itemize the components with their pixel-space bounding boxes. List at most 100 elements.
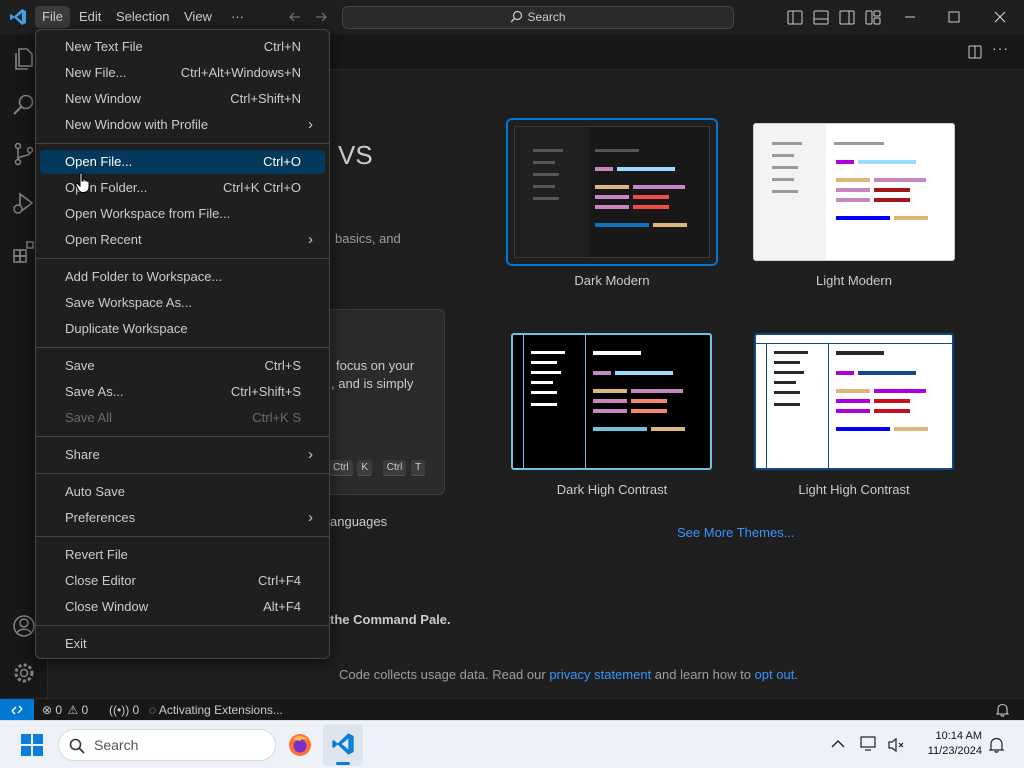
menu-item-label: Save Workspace As... xyxy=(65,295,192,310)
menu-edit[interactable]: Edit xyxy=(72,6,108,28)
source-control-icon[interactable] xyxy=(11,141,37,167)
menu-separator xyxy=(36,625,329,626)
search-view-icon[interactable] xyxy=(11,92,37,118)
volume-muted-icon[interactable] xyxy=(887,737,905,753)
clock-time: 10:14 AM xyxy=(935,730,982,742)
firefox-icon[interactable] xyxy=(288,733,312,757)
theme-label-light-modern: Light Modern xyxy=(816,273,892,288)
theme-label-dark-high-contrast: Dark High Contrast xyxy=(556,482,668,497)
menu-item-revert-file[interactable]: Revert File xyxy=(40,543,325,567)
menu-separator xyxy=(36,436,329,437)
minimize-button[interactable] xyxy=(888,4,932,30)
vscode-logo-icon xyxy=(10,9,26,25)
menu-item-exit[interactable]: Exit xyxy=(40,632,325,656)
split-editor-icon[interactable] xyxy=(968,45,982,59)
active-app-indicator xyxy=(336,762,350,765)
explorer-icon[interactable] xyxy=(11,46,37,72)
menu-item-label: New Window xyxy=(65,91,141,106)
back-arrow-icon[interactable] xyxy=(288,10,302,24)
menu-item-share[interactable]: Share › xyxy=(40,443,325,467)
menu-item-save-workspace-as[interactable]: Save Workspace As... xyxy=(40,291,325,315)
run-debug-icon[interactable] xyxy=(11,190,37,216)
close-button[interactable] xyxy=(978,4,1022,30)
menu-file[interactable]: File xyxy=(35,6,70,28)
chevron-right-icon: › xyxy=(308,116,313,133)
menu-item-close-window[interactable]: Close Window Alt+F4 xyxy=(40,595,325,619)
menu-item-close-editor[interactable]: Close Editor Ctrl+F4 xyxy=(40,569,325,593)
menu-item-open-workspace-from-file[interactable]: Open Workspace from File... xyxy=(40,202,325,226)
theme-card-dark-high-contrast[interactable] xyxy=(511,333,712,470)
theme-card-dark-modern[interactable] xyxy=(506,118,718,266)
manage-gear-icon[interactable] xyxy=(11,660,37,686)
forward-arrow-icon[interactable] xyxy=(314,10,328,24)
file-menu-dropdown: New Text File Ctrl+N New File... Ctrl+Alt+… xyxy=(35,29,330,659)
chevron-up-icon[interactable] xyxy=(831,739,845,749)
network-icon[interactable] xyxy=(860,736,878,752)
menu-item-open-recent[interactable]: Open Recent › xyxy=(40,228,325,252)
menu-item-duplicate-workspace[interactable]: Duplicate Workspace xyxy=(40,317,325,341)
menu-item-new-text-file[interactable]: New Text File Ctrl+N xyxy=(40,35,325,59)
chevron-right-icon: › xyxy=(308,231,313,248)
menu-item-save-all: Save All Ctrl+K S xyxy=(40,406,325,430)
notifications-bell-icon[interactable] xyxy=(996,703,1009,717)
maximize-button[interactable] xyxy=(932,4,976,30)
keybinding-k: K xyxy=(357,460,373,476)
menu-selection[interactable]: Selection xyxy=(109,6,176,28)
taskbar-search-box[interactable]: Search xyxy=(58,729,276,761)
menu-item-save[interactable]: Save Ctrl+S xyxy=(40,354,325,378)
hand-cursor-icon xyxy=(75,172,90,193)
menu-item-shortcut: Ctrl+O xyxy=(263,154,301,169)
menu-item-label: Auto Save xyxy=(65,484,125,499)
system-clock[interactable]: 10:14 AM 11/23/2024 xyxy=(918,729,982,759)
command-center-search[interactable]: Search xyxy=(342,6,734,29)
menu-item-label: Exit xyxy=(65,636,87,651)
notification-bell-icon[interactable] xyxy=(989,737,1004,753)
menu-item-new-window-with-profile[interactable]: New Window with Profile › xyxy=(40,113,325,137)
search-icon xyxy=(511,10,523,23)
menu-item-label: Revert File xyxy=(65,547,128,562)
opt-out-link[interactable]: opt out xyxy=(755,667,795,682)
menu-item-new-window[interactable]: New Window Ctrl+Shift+N xyxy=(40,87,325,111)
toggle-panel-icon[interactable] xyxy=(813,10,829,25)
menu-item-open-file[interactable]: Open File... Ctrl+O xyxy=(40,150,325,174)
keybinding-ctrl-1: Ctrl xyxy=(329,460,353,476)
menu-item-label: Close Window xyxy=(65,599,149,614)
maximize-icon xyxy=(948,11,960,23)
footer-prefix: Code collects usage data. Read our xyxy=(339,667,550,682)
customize-layout-icon[interactable] xyxy=(865,10,881,25)
menu-item-add-folder-to-workspace[interactable]: Add Folder to Workspace... xyxy=(40,265,325,289)
more-actions-icon[interactable]: ··· xyxy=(992,40,1009,56)
menu-item-label: Save All xyxy=(65,410,112,425)
menu-item-shortcut: Ctrl+S xyxy=(264,358,301,373)
broadcast-icon: ((•)) xyxy=(109,703,130,717)
menu-more[interactable]: ··· xyxy=(224,6,251,28)
spinner-icon: ◌ xyxy=(149,703,157,717)
menu-item-new-file[interactable]: New File... Ctrl+Alt+Windows+N xyxy=(40,61,325,85)
ports-indicator[interactable]: ((•)) 0 xyxy=(109,702,139,718)
vscode-icon xyxy=(332,733,354,755)
accounts-icon[interactable] xyxy=(11,613,37,639)
toggle-primary-sidebar-icon[interactable] xyxy=(787,10,803,25)
ports-count: 0 xyxy=(132,703,140,717)
clock-date: 11/23/2024 xyxy=(927,745,982,757)
privacy-statement-link[interactable]: privacy statement xyxy=(549,667,651,682)
menu-separator xyxy=(36,347,329,348)
theme-card-light-modern[interactable] xyxy=(753,123,955,261)
menu-item-save-as[interactable]: Save As... Ctrl+Shift+S xyxy=(40,380,325,404)
theme-card-light-high-contrast[interactable] xyxy=(754,333,954,470)
menu-item-shortcut: Ctrl+K S xyxy=(252,410,301,425)
problems-indicator[interactable]: ⊗ 0 ⚠ 0 xyxy=(42,702,88,718)
menu-item-preferences[interactable]: Preferences › xyxy=(40,506,325,530)
menu-item-label: New Window with Profile xyxy=(65,117,209,132)
remote-indicator-button[interactable] xyxy=(0,699,34,721)
windows-start-icon[interactable] xyxy=(21,734,43,756)
minimize-icon xyxy=(905,16,915,18)
vscode-taskbar-button[interactable] xyxy=(323,724,363,766)
card-text-line1: focus on your xyxy=(336,358,415,373)
extensions-icon[interactable] xyxy=(11,239,37,265)
see-more-themes-link[interactable]: See More Themes... xyxy=(677,525,795,540)
menu-item-auto-save[interactable]: Auto Save xyxy=(40,480,325,504)
toggle-secondary-sidebar-icon[interactable] xyxy=(839,10,855,25)
menu-view[interactable]: View xyxy=(177,6,219,28)
menu-item-shortcut: Ctrl+Shift+N xyxy=(230,91,301,106)
